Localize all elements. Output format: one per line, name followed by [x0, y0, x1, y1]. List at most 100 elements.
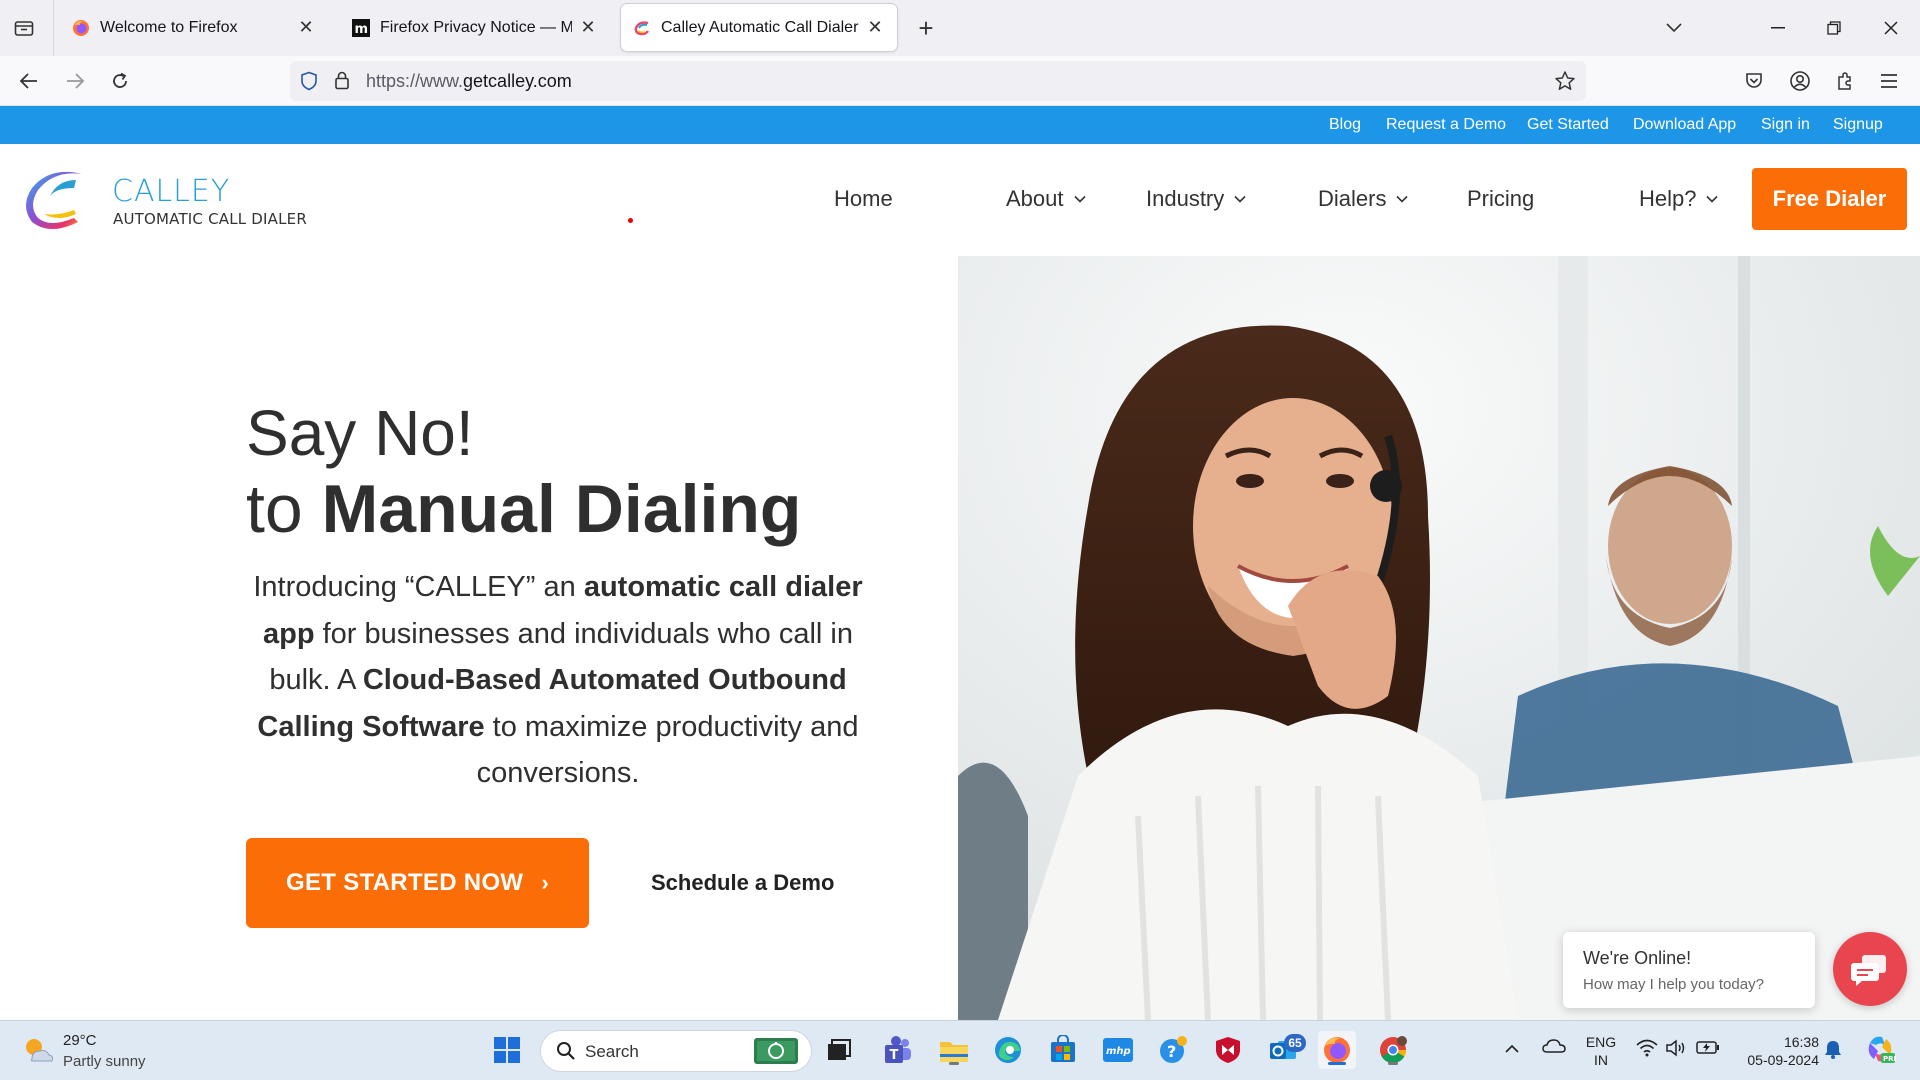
call-center-agents-illustration	[958, 256, 1920, 1020]
hamburger-menu-icon	[1881, 74, 1897, 88]
logo-name[interactable]: CALLEY	[112, 174, 230, 209]
puzzle-icon	[1838, 72, 1851, 90]
windows-start-button[interactable]	[488, 1031, 526, 1069]
topbar-link-request-demo[interactable]: Request a Demo	[1386, 116, 1506, 134]
get-help-button[interactable]: ?	[1154, 1031, 1192, 1069]
chat-launcher-button[interactable]	[1833, 932, 1907, 1006]
weather-description[interactable]: Partly sunny	[63, 1053, 146, 1070]
outlook-button[interactable]: 65	[1264, 1031, 1306, 1069]
chevron-down-icon	[1234, 195, 1246, 203]
mcafee-button[interactable]	[1209, 1031, 1247, 1069]
clock-time: 16:38	[1783, 1034, 1819, 1050]
chat-greeting-bubble[interactable]: We're Online! How may I help you today?	[1563, 932, 1815, 1008]
url-prefix: https://www.	[366, 71, 464, 91]
reload-button[interactable]	[103, 64, 137, 98]
teams-app-button[interactable]: T	[878, 1031, 916, 1069]
menu-label: Dialers	[1318, 186, 1387, 211]
running-indicator	[949, 1062, 959, 1065]
close-tab-icon[interactable]: ✕	[865, 17, 885, 38]
input-language-indicator[interactable]: ENG IN	[1582, 1033, 1620, 1069]
partly-sunny-weather-icon[interactable]	[22, 1035, 54, 1070]
reload-icon	[113, 72, 127, 88]
url-text[interactable]: https://www.getcalley.com	[366, 71, 572, 92]
notifications-bell-icon[interactable]	[1824, 1039, 1842, 1064]
task-view-button[interactable]	[820, 1031, 858, 1069]
menu-label: Home	[834, 186, 893, 211]
copilot-icon[interactable]: PRE	[1864, 1033, 1899, 1070]
menu-help[interactable]: Help?	[1639, 186, 1719, 212]
chevron-right-icon: ›	[541, 870, 549, 895]
minimize-window-button[interactable]	[1758, 12, 1798, 44]
volume-icon[interactable]	[1665, 1039, 1687, 1062]
show-hidden-icons-chevron-icon[interactable]	[1505, 1041, 1519, 1059]
tab-list-button[interactable]	[6, 12, 42, 44]
firefox-taskbar-button[interactable]	[1318, 1031, 1356, 1069]
calley-logo-icon[interactable]	[24, 166, 90, 232]
tab-calley[interactable]: Calley Automatic Call Dialer For ✕	[621, 4, 897, 51]
hero-headline-line2: to Manual Dialing	[246, 470, 801, 548]
app-menu-button[interactable]	[1872, 64, 1906, 98]
clock[interactable]: 16:38 05-09-2024	[1733, 1033, 1819, 1069]
forward-button[interactable]	[58, 64, 92, 98]
bookmark-star-icon[interactable]	[1554, 70, 1576, 97]
hero-headline-emphasis: Manual Dialing	[321, 471, 802, 547]
close-window-button[interactable]	[1871, 12, 1911, 44]
edge-browser-button[interactable]	[989, 1031, 1027, 1069]
navigation-toolbar: https://www.getcalley.com	[0, 56, 1920, 106]
site-header: CALLEY AUTOMATIC CALL DIALER Home About …	[0, 144, 1920, 256]
menu-label: Industry	[1146, 186, 1225, 211]
windows-taskbar: 29°C Partly sunny Search T mhp ? 65 ENG …	[0, 1020, 1920, 1080]
menu-industry[interactable]: Industry	[1146, 186, 1246, 212]
tab-title: Firefox Privacy Notice — Mozill	[380, 18, 572, 36]
onedrive-cloud-icon[interactable]	[1542, 1038, 1566, 1059]
chrome-icon	[1380, 1036, 1407, 1064]
menu-about[interactable]: About	[1006, 186, 1086, 212]
menu-pricing[interactable]: Pricing	[1467, 186, 1534, 212]
tab-privacy-notice[interactable]: m Firefox Privacy Notice — Mozill ✕	[340, 4, 610, 51]
topbar-link-get-started[interactable]: Get Started	[1527, 116, 1609, 134]
close-tab-icon[interactable]: ✕	[296, 17, 316, 38]
schedule-demo-link[interactable]: Schedule a Demo	[651, 870, 834, 896]
taskbar-search-box[interactable]: Search	[540, 1030, 812, 1072]
menu-label: Help?	[1639, 186, 1697, 211]
hero-photo	[958, 256, 1920, 1020]
battery-charging-icon[interactable]	[1696, 1039, 1720, 1060]
intro-text: Introducing “CALLEY” an	[253, 571, 584, 603]
tab-welcome-firefox[interactable]: Welcome to Firefox ✕	[60, 4, 328, 51]
region-code: IN	[1594, 1052, 1608, 1068]
mcafee-shield-icon	[1216, 1037, 1240, 1063]
menu-home[interactable]: Home	[834, 186, 893, 212]
account-button[interactable]	[1783, 64, 1817, 98]
chrome-taskbar-button[interactable]	[1374, 1031, 1412, 1069]
topbar-link-download-app[interactable]: Download App	[1633, 116, 1736, 134]
chevron-down-icon	[1396, 195, 1409, 203]
menu-label: About	[1006, 186, 1064, 211]
pocket-button[interactable]	[1737, 64, 1771, 98]
free-dialer-button[interactable]: Free Dialer	[1752, 168, 1907, 230]
chat-subtitle: How may I help you today?	[1583, 976, 1764, 993]
topbar-link-sign-in[interactable]: Sign in	[1761, 116, 1810, 134]
new-tab-button[interactable]: +	[912, 13, 940, 43]
mylo-icon: mhp	[1103, 1038, 1133, 1062]
active-indicator	[1328, 1062, 1346, 1065]
cta-label: GET STARTED NOW	[285, 869, 524, 896]
tracking-shield-icon[interactable]	[300, 71, 318, 96]
file-explorer-button[interactable]	[935, 1031, 973, 1069]
restore-window-button[interactable]	[1814, 12, 1854, 44]
menu-dialers[interactable]: Dialers	[1318, 186, 1409, 212]
mylo-app-button[interactable]: mhp	[1099, 1031, 1137, 1069]
microsoft-store-button[interactable]	[1044, 1031, 1082, 1069]
close-tab-icon[interactable]: ✕	[578, 17, 598, 38]
topbar-link-blog[interactable]: Blog	[1329, 116, 1361, 134]
topbar-link-signup[interactable]: Signup	[1833, 116, 1883, 134]
back-button[interactable]	[12, 64, 46, 98]
tab-overflow-chevron-icon[interactable]	[1654, 12, 1694, 44]
lock-icon[interactable]	[334, 70, 350, 95]
hero-headline-prefix: to	[246, 471, 303, 547]
url-bar[interactable]: https://www.getcalley.com	[290, 61, 1586, 101]
browser-tab-strip: Welcome to Firefox ✕ m Firefox Privacy N…	[0, 0, 1920, 56]
get-started-now-button[interactable]: GET STARTED NOW ›	[246, 838, 589, 928]
wifi-icon[interactable]	[1636, 1039, 1658, 1062]
weather-temperature[interactable]: 29°C	[63, 1032, 97, 1049]
extensions-button[interactable]	[1828, 64, 1862, 98]
